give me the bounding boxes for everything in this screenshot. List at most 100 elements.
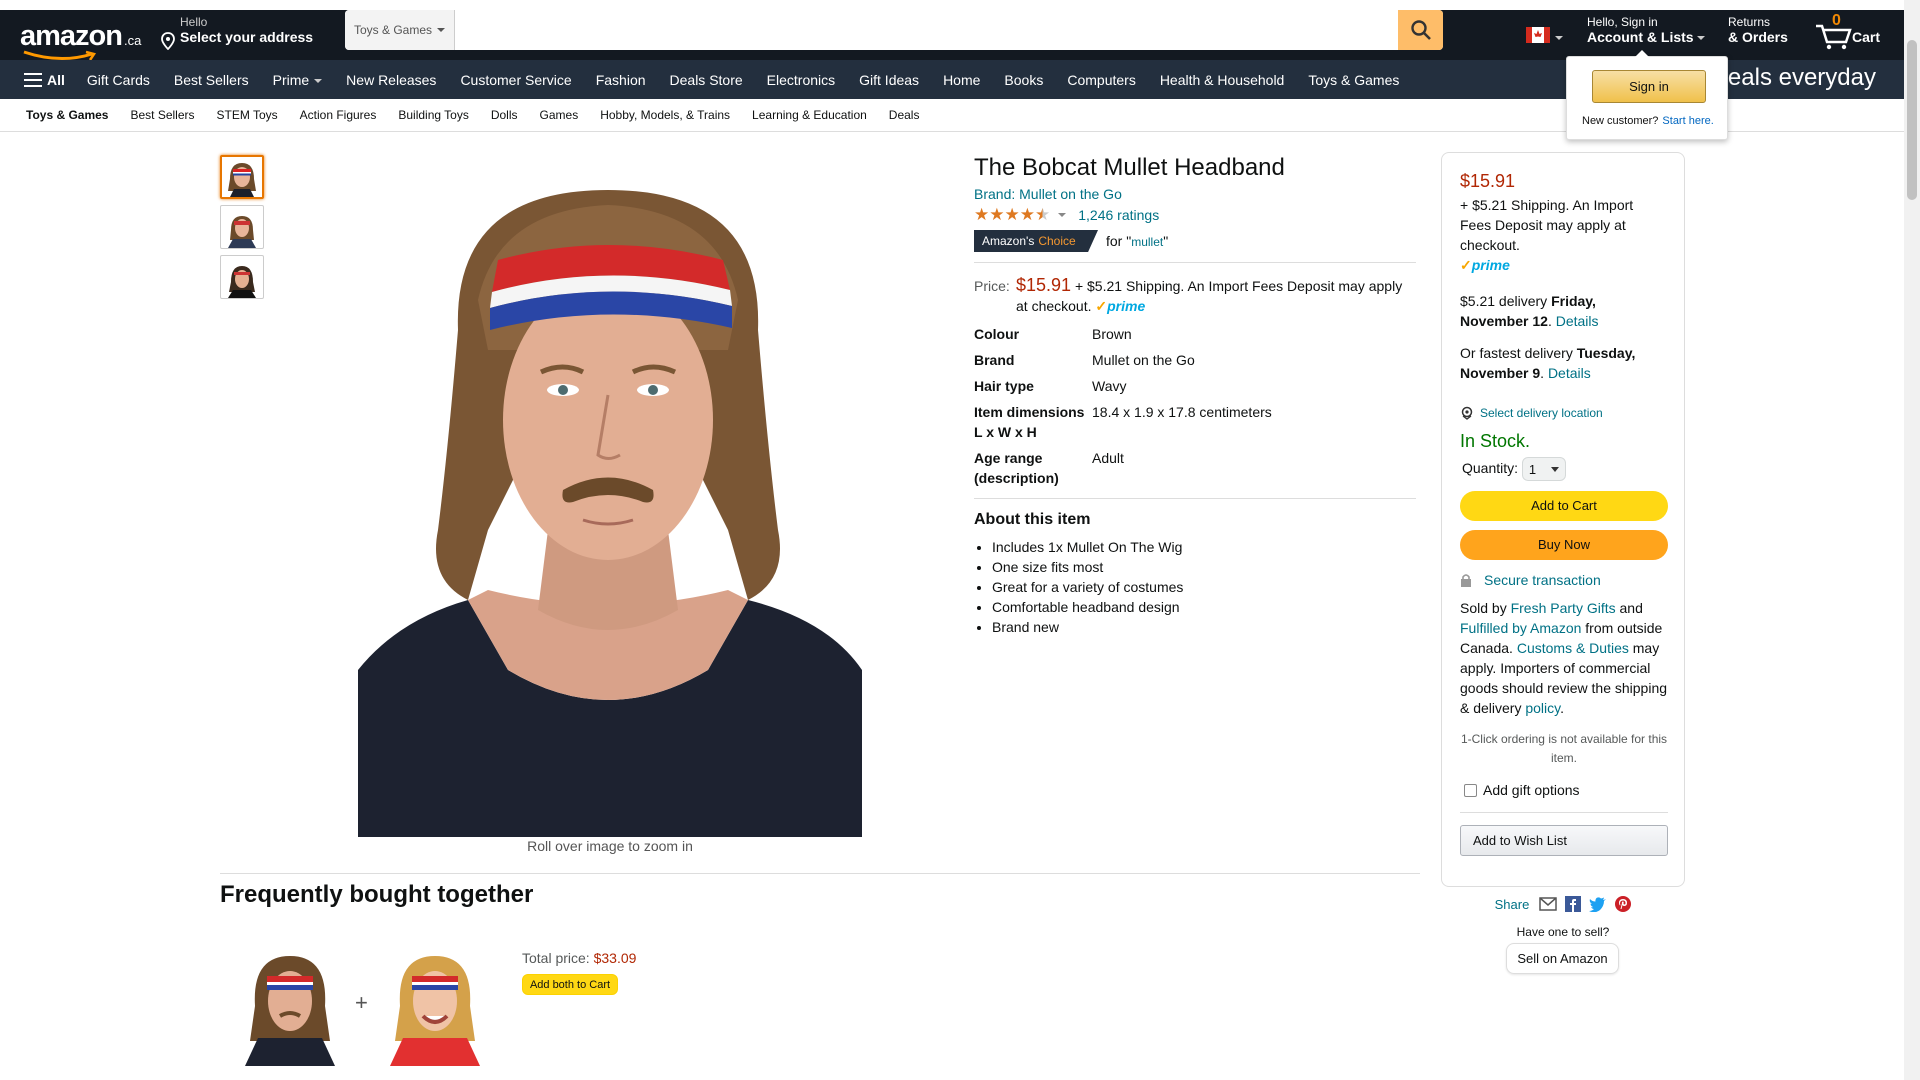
subnav-stem-toys[interactable]: STEM Toys — [206, 108, 289, 122]
nav-home[interactable]: Home — [931, 72, 992, 88]
logo-suffix: .ca — [123, 33, 142, 48]
subnav-best-sellers[interactable]: Best Sellers — [119, 108, 205, 122]
twitter-icon[interactable] — [1589, 896, 1607, 912]
account-lists[interactable]: Hello, Sign in Account & Lists — [1587, 15, 1706, 45]
nav-prime[interactable]: Prime — [261, 72, 335, 88]
ratings-count-link[interactable]: 1,246 ratings — [1078, 207, 1159, 223]
subnav-toys-games[interactable]: Toys & Games — [15, 108, 119, 122]
flyout-arrow — [1635, 50, 1649, 57]
deals-everyday-promo[interactable]: deals everyday — [1715, 64, 1876, 92]
subnav-building-toys[interactable]: Building Toys — [387, 108, 480, 122]
nav-health-household[interactable]: Health & Household — [1148, 72, 1297, 88]
product-info: The Bobcat Mullet Headband Brand: Mullet… — [974, 152, 1416, 637]
buy-box: $15.91 + $5.21 Shipping. An Import Fees … — [1441, 152, 1685, 887]
thumbnail-1[interactable] — [220, 155, 264, 199]
nav-gift-cards[interactable]: Gift Cards — [75, 72, 162, 88]
star-icon: ★ — [974, 205, 990, 224]
signin-button[interactable]: Sign in — [1592, 70, 1706, 103]
amazon-logo[interactable]: amazon .ca — [20, 20, 142, 61]
subnav-deals[interactable]: Deals — [878, 108, 931, 122]
gift-checkbox[interactable] — [1464, 783, 1477, 797]
cart-label: Cart — [1852, 29, 1881, 45]
about-list: Includes 1x Mullet On The Wig One size f… — [974, 537, 1416, 637]
subnav-games[interactable]: Games — [529, 108, 590, 122]
search-category-dropdown[interactable]: Toys & Games — [345, 10, 455, 50]
add-to-cart-button[interactable]: Add to Cart — [1460, 491, 1668, 521]
cart-button[interactable]: 0 Cart — [1812, 12, 1892, 56]
subnav-dolls[interactable]: Dolls — [480, 108, 529, 122]
list-item: Great for a variety of costumes — [992, 577, 1416, 597]
scrollbar-thumb[interactable] — [1907, 40, 1917, 200]
divider — [1460, 812, 1668, 813]
price-note: + $5.21 Shipping. An Import Fees Deposit… — [1016, 278, 1403, 314]
chevron-down-icon[interactable] — [1058, 212, 1067, 217]
sell-on-amazon-button[interactable]: Sell on Amazon — [1506, 943, 1619, 974]
nav-electronics[interactable]: Electronics — [755, 72, 847, 88]
choice-term-link[interactable]: mullet — [1131, 235, 1163, 249]
nav-customer-service[interactable]: Customer Service — [448, 72, 583, 88]
quantity-select[interactable]: 1 — [1521, 457, 1566, 481]
subnav-learning[interactable]: Learning & Education — [741, 108, 878, 122]
email-icon[interactable] — [1539, 897, 1558, 911]
policy-link[interactable]: policy — [1525, 700, 1560, 716]
logo-text: amazon — [20, 20, 123, 52]
product-image — [358, 150, 862, 837]
star-rating[interactable]: ★ ★ ★ ★ ★ — [974, 206, 1050, 223]
product-price: $15.91 — [1016, 275, 1072, 295]
product-thumbnail-image — [222, 258, 262, 298]
main-product-image[interactable] — [358, 150, 862, 837]
have-one-to-sell: Have one to sell? — [1516, 925, 1610, 939]
delivery-address[interactable]: Hello Select your address — [160, 15, 313, 50]
start-here-link[interactable]: Start here. — [1662, 115, 1713, 127]
search-category-label: Toys & Games — [353, 23, 433, 37]
nav-computers[interactable]: Computers — [1055, 72, 1147, 88]
nav-toys-games[interactable]: Toys & Games — [1296, 72, 1411, 88]
image-thumbnails — [220, 155, 264, 305]
pinterest-icon[interactable] — [1615, 896, 1632, 912]
subnav-action-figures[interactable]: Action Figures — [289, 108, 388, 122]
fbt-product-1-image[interactable] — [240, 946, 340, 1066]
product-title: The Bobcat Mullet Headband — [974, 154, 1285, 181]
buy-now-button[interactable]: Buy Now — [1460, 530, 1668, 560]
chevron-down-icon — [437, 28, 446, 32]
price-info: $15.91 + $5.21 Shipping. An Import Fees … — [1016, 275, 1416, 316]
nav-fashion[interactable]: Fashion — [584, 72, 658, 88]
select-location[interactable]: Select delivery location — [1460, 403, 1668, 423]
add-both-to-cart-button[interactable]: Add both to Cart — [522, 974, 618, 995]
canada-flag-icon[interactable] — [1526, 27, 1550, 43]
nav-best-sellers[interactable]: Best Sellers — [162, 72, 261, 88]
subnav-hobby[interactable]: Hobby, Models, & Trains — [589, 108, 741, 122]
address-greeting: Hello — [180, 15, 208, 29]
secure-transaction[interactable]: Secure transaction — [1460, 570, 1668, 590]
fbt-product-2-image[interactable] — [385, 946, 485, 1066]
star-icon: ★ — [1019, 205, 1035, 224]
brand-link[interactable]: Brand: Mullet on the Go — [974, 186, 1416, 202]
returns-orders[interactable]: Returns & Orders — [1728, 15, 1788, 45]
fba-link[interactable]: Fulfilled by Amazon — [1460, 620, 1581, 636]
page-scrollbar[interactable] — [1904, 0, 1920, 1080]
location-pin-icon — [1461, 406, 1473, 420]
thumbnail-3[interactable] — [220, 255, 264, 299]
facebook-icon[interactable] — [1565, 896, 1582, 912]
thumbnail-2[interactable] — [220, 205, 264, 249]
zoom-hint: Roll over image to zoom in — [527, 838, 693, 854]
all-menu-button[interactable]: All — [24, 72, 65, 88]
prime-logo-icon: ✓prime — [1460, 257, 1510, 273]
search-button[interactable] — [1398, 10, 1443, 50]
specs-table: Colour Brown Brand Mullet on the Go Hair t… — [974, 324, 1416, 488]
nav-new-releases[interactable]: New Releases — [334, 72, 448, 88]
search-input[interactable] — [455, 10, 1398, 50]
nav-gift-ideas[interactable]: Gift Ideas — [847, 72, 931, 88]
account-label: Account & Lists — [1587, 29, 1706, 45]
star-icon: ★ — [989, 205, 1005, 224]
details-link[interactable]: Details — [1548, 365, 1591, 381]
quantity-label: Quantity: — [1462, 459, 1519, 476]
seller-link[interactable]: Fresh Party Gifts — [1511, 600, 1616, 616]
nav-books[interactable]: Books — [992, 72, 1055, 88]
gift-option[interactable]: Add gift options — [1460, 780, 1668, 800]
details-link[interactable]: Details — [1556, 313, 1599, 329]
quantity-row: Quantity: 1 — [1460, 457, 1668, 481]
add-to-wishlist-button[interactable]: Add to Wish List — [1460, 825, 1668, 856]
nav-deals-store[interactable]: Deals Store — [658, 72, 755, 88]
customs-link[interactable]: Customs & Duties — [1517, 640, 1629, 656]
